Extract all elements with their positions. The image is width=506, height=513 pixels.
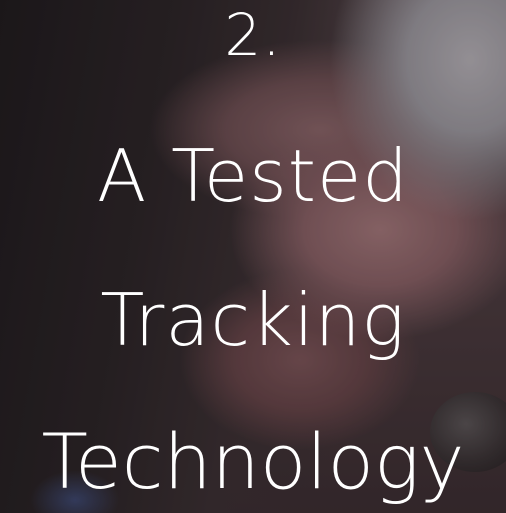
caption-line-1: A Tested <box>97 134 409 218</box>
image-frame: 2. A Tested Tracking Technology <box>0 0 506 513</box>
caption-line-3: Technology <box>41 417 465 506</box>
caption-number: 2. <box>224 1 282 69</box>
caption-line-2: Tracking <box>100 278 406 362</box>
overlay-caption: 2. A Tested Tracking Technology <box>0 0 506 513</box>
